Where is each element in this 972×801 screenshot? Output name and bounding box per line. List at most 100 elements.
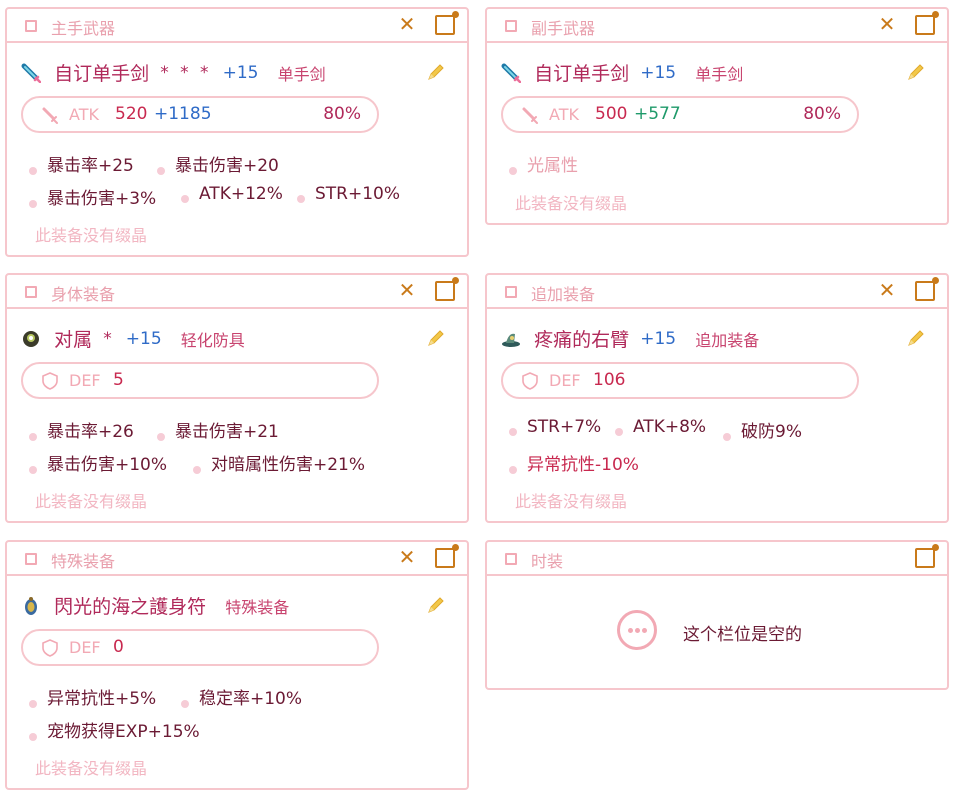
additional-gear-card: 追加装备 ✕ 疼痛的右臂 +15 追加装备 DEF 106 STR+7% ATK… <box>485 273 949 523</box>
item-name: 对属 <box>54 329 93 351</box>
open-editor-button[interactable] <box>915 544 939 568</box>
remove-button[interactable]: ✕ <box>877 12 897 36</box>
body-armor-card: 身体装备 ✕ 对属 * +15 轻化防具 DEF 5 暴击率+26 暴击伤害+2… <box>5 273 469 523</box>
slot-square-icon <box>505 286 517 298</box>
card-header: 特殊装备 ✕ <box>7 542 467 576</box>
open-editor-button[interactable] <box>435 544 459 568</box>
amulet-icon <box>25 596 37 615</box>
remove-button[interactable]: ✕ <box>397 12 417 36</box>
slot-title: 时装 <box>531 552 564 571</box>
open-editor-button[interactable] <box>435 277 459 301</box>
open-editor-button[interactable] <box>435 11 459 35</box>
item-refine: +15 <box>125 328 162 349</box>
stat-pill: DEF 0 <box>21 629 379 666</box>
stat-label: DEF <box>69 638 101 657</box>
stat-pill: ATK 520 +1185 80% <box>21 96 379 133</box>
shield-icon <box>41 372 59 390</box>
stat-value: 500 <box>595 104 628 124</box>
stat-percent: 80% <box>323 104 361 124</box>
remove-button[interactable]: ✕ <box>397 545 417 569</box>
no-crystal-note: 此装备没有缀晶 <box>515 492 628 511</box>
item-refine: +15 <box>222 62 259 83</box>
slot-square-icon <box>25 20 37 32</box>
card-header: 追加装备 ✕ <box>487 275 947 309</box>
card-header: 身体装备 ✕ <box>7 275 467 309</box>
item-type: 轻化防具 <box>180 330 245 350</box>
blade-icon <box>41 106 59 124</box>
stat-value: 106 <box>593 370 626 390</box>
slot-title: 副手武器 <box>531 19 596 38</box>
open-editor-button[interactable] <box>915 11 939 35</box>
item-refine: +15 <box>640 62 677 83</box>
stat-pill: DEF 5 <box>21 362 379 399</box>
attr-item: 光属性 <box>509 151 578 176</box>
attr-item: 宠物获得EXP+15% <box>29 717 200 742</box>
item-name: 自订单手剑 <box>54 63 150 85</box>
sword-icon <box>21 63 41 83</box>
attr-item: 暴击伤害+21 <box>157 417 279 442</box>
stat-bonus: +1185 <box>154 104 212 124</box>
edit-pencil-icon[interactable] <box>905 61 927 83</box>
avatar-card: 时装 这个栏位是空的 <box>485 540 949 690</box>
slot-title: 主手武器 <box>51 19 116 38</box>
attr-item: ATK+8% <box>615 417 706 437</box>
attr-item: 异常抗性+5% <box>29 684 156 709</box>
stat-label: DEF <box>69 371 101 390</box>
sub-weapon-card: 副手武器 ✕ 自订单手剑 +15 单手剑 ATK 500 +577 80% 光属… <box>485 7 949 225</box>
attr-item: 稳定率+10% <box>181 684 302 709</box>
edit-pencil-icon[interactable] <box>905 327 927 349</box>
item-stars: * * * <box>160 62 212 83</box>
item-refine: +15 <box>640 328 677 349</box>
item-type: 追加装备 <box>695 330 760 350</box>
no-crystal-note: 此装备没有缀晶 <box>35 226 148 245</box>
attr-item: 暴击率+26 <box>29 417 134 442</box>
item-type: 特殊装备 <box>225 597 290 617</box>
card-header: 副手武器 ✕ <box>487 9 947 43</box>
special-gear-card: 特殊装备 ✕ 閃光的海之護身符 特殊装备 DEF 0 异常抗性+5% 稳定率+1… <box>5 540 469 790</box>
item-row[interactable]: 疼痛的右臂 +15 追加装备 <box>501 325 759 351</box>
armor-icon <box>23 330 39 347</box>
item-row[interactable]: 閃光的海之護身符 特殊装备 <box>21 592 289 618</box>
main-weapon-card: 主手武器 ✕ 自订单手剑 * * * +15 单手剑 ATK 520 +1185… <box>5 7 469 257</box>
attr-item: STR+10% <box>297 184 400 204</box>
sword-icon <box>501 63 521 83</box>
more-dots-icon <box>617 610 657 650</box>
slot-square-icon <box>25 553 37 565</box>
edit-pencil-icon[interactable] <box>425 327 447 349</box>
no-crystal-note: 此装备没有缀晶 <box>35 759 148 778</box>
item-name: 疼痛的右臂 <box>534 329 630 351</box>
attr-item: 暴击率+25 <box>29 151 134 176</box>
slot-square-icon <box>505 553 517 565</box>
slot-title: 身体装备 <box>51 285 116 304</box>
attr-item: 破防9% <box>723 417 802 442</box>
remove-button[interactable]: ✕ <box>397 278 417 302</box>
edit-pencil-icon[interactable] <box>425 594 447 616</box>
card-header: 时装 <box>487 542 947 576</box>
stat-percent: 80% <box>803 104 841 124</box>
attr-item: 暴击伤害+20 <box>157 151 279 176</box>
item-type: 单手剑 <box>695 64 744 84</box>
item-row[interactable]: 自订单手剑 +15 单手剑 <box>501 59 743 85</box>
item-name: 自订单手剑 <box>534 63 630 85</box>
slot-title: 追加装备 <box>531 285 596 304</box>
edit-pencil-icon[interactable] <box>425 61 447 83</box>
shield-icon <box>41 639 59 657</box>
hat-icon <box>502 333 520 347</box>
item-row[interactable]: 自订单手剑 * * * +15 单手剑 <box>21 59 326 85</box>
item-row[interactable]: 对属 * +15 轻化防具 <box>21 325 245 351</box>
attr-item: 暴击伤害+3% <box>29 184 156 209</box>
stat-value: 5 <box>113 370 124 390</box>
remove-button[interactable]: ✕ <box>877 278 897 302</box>
slot-square-icon <box>25 286 37 298</box>
item-name: 閃光的海之護身符 <box>54 596 207 618</box>
attr-item: 暴击伤害+10% <box>29 450 167 475</box>
attr-item: 对暗属性伤害+21% <box>193 450 365 475</box>
card-header: 主手武器 ✕ <box>7 9 467 43</box>
stat-label: ATK <box>549 105 579 124</box>
slot-square-icon <box>505 20 517 32</box>
shield-icon <box>521 372 539 390</box>
stat-pill: ATK 500 +577 80% <box>501 96 859 133</box>
open-editor-button[interactable] <box>915 277 939 301</box>
stat-label: DEF <box>549 371 581 390</box>
empty-slot-text: 这个栏位是空的 <box>683 625 802 645</box>
